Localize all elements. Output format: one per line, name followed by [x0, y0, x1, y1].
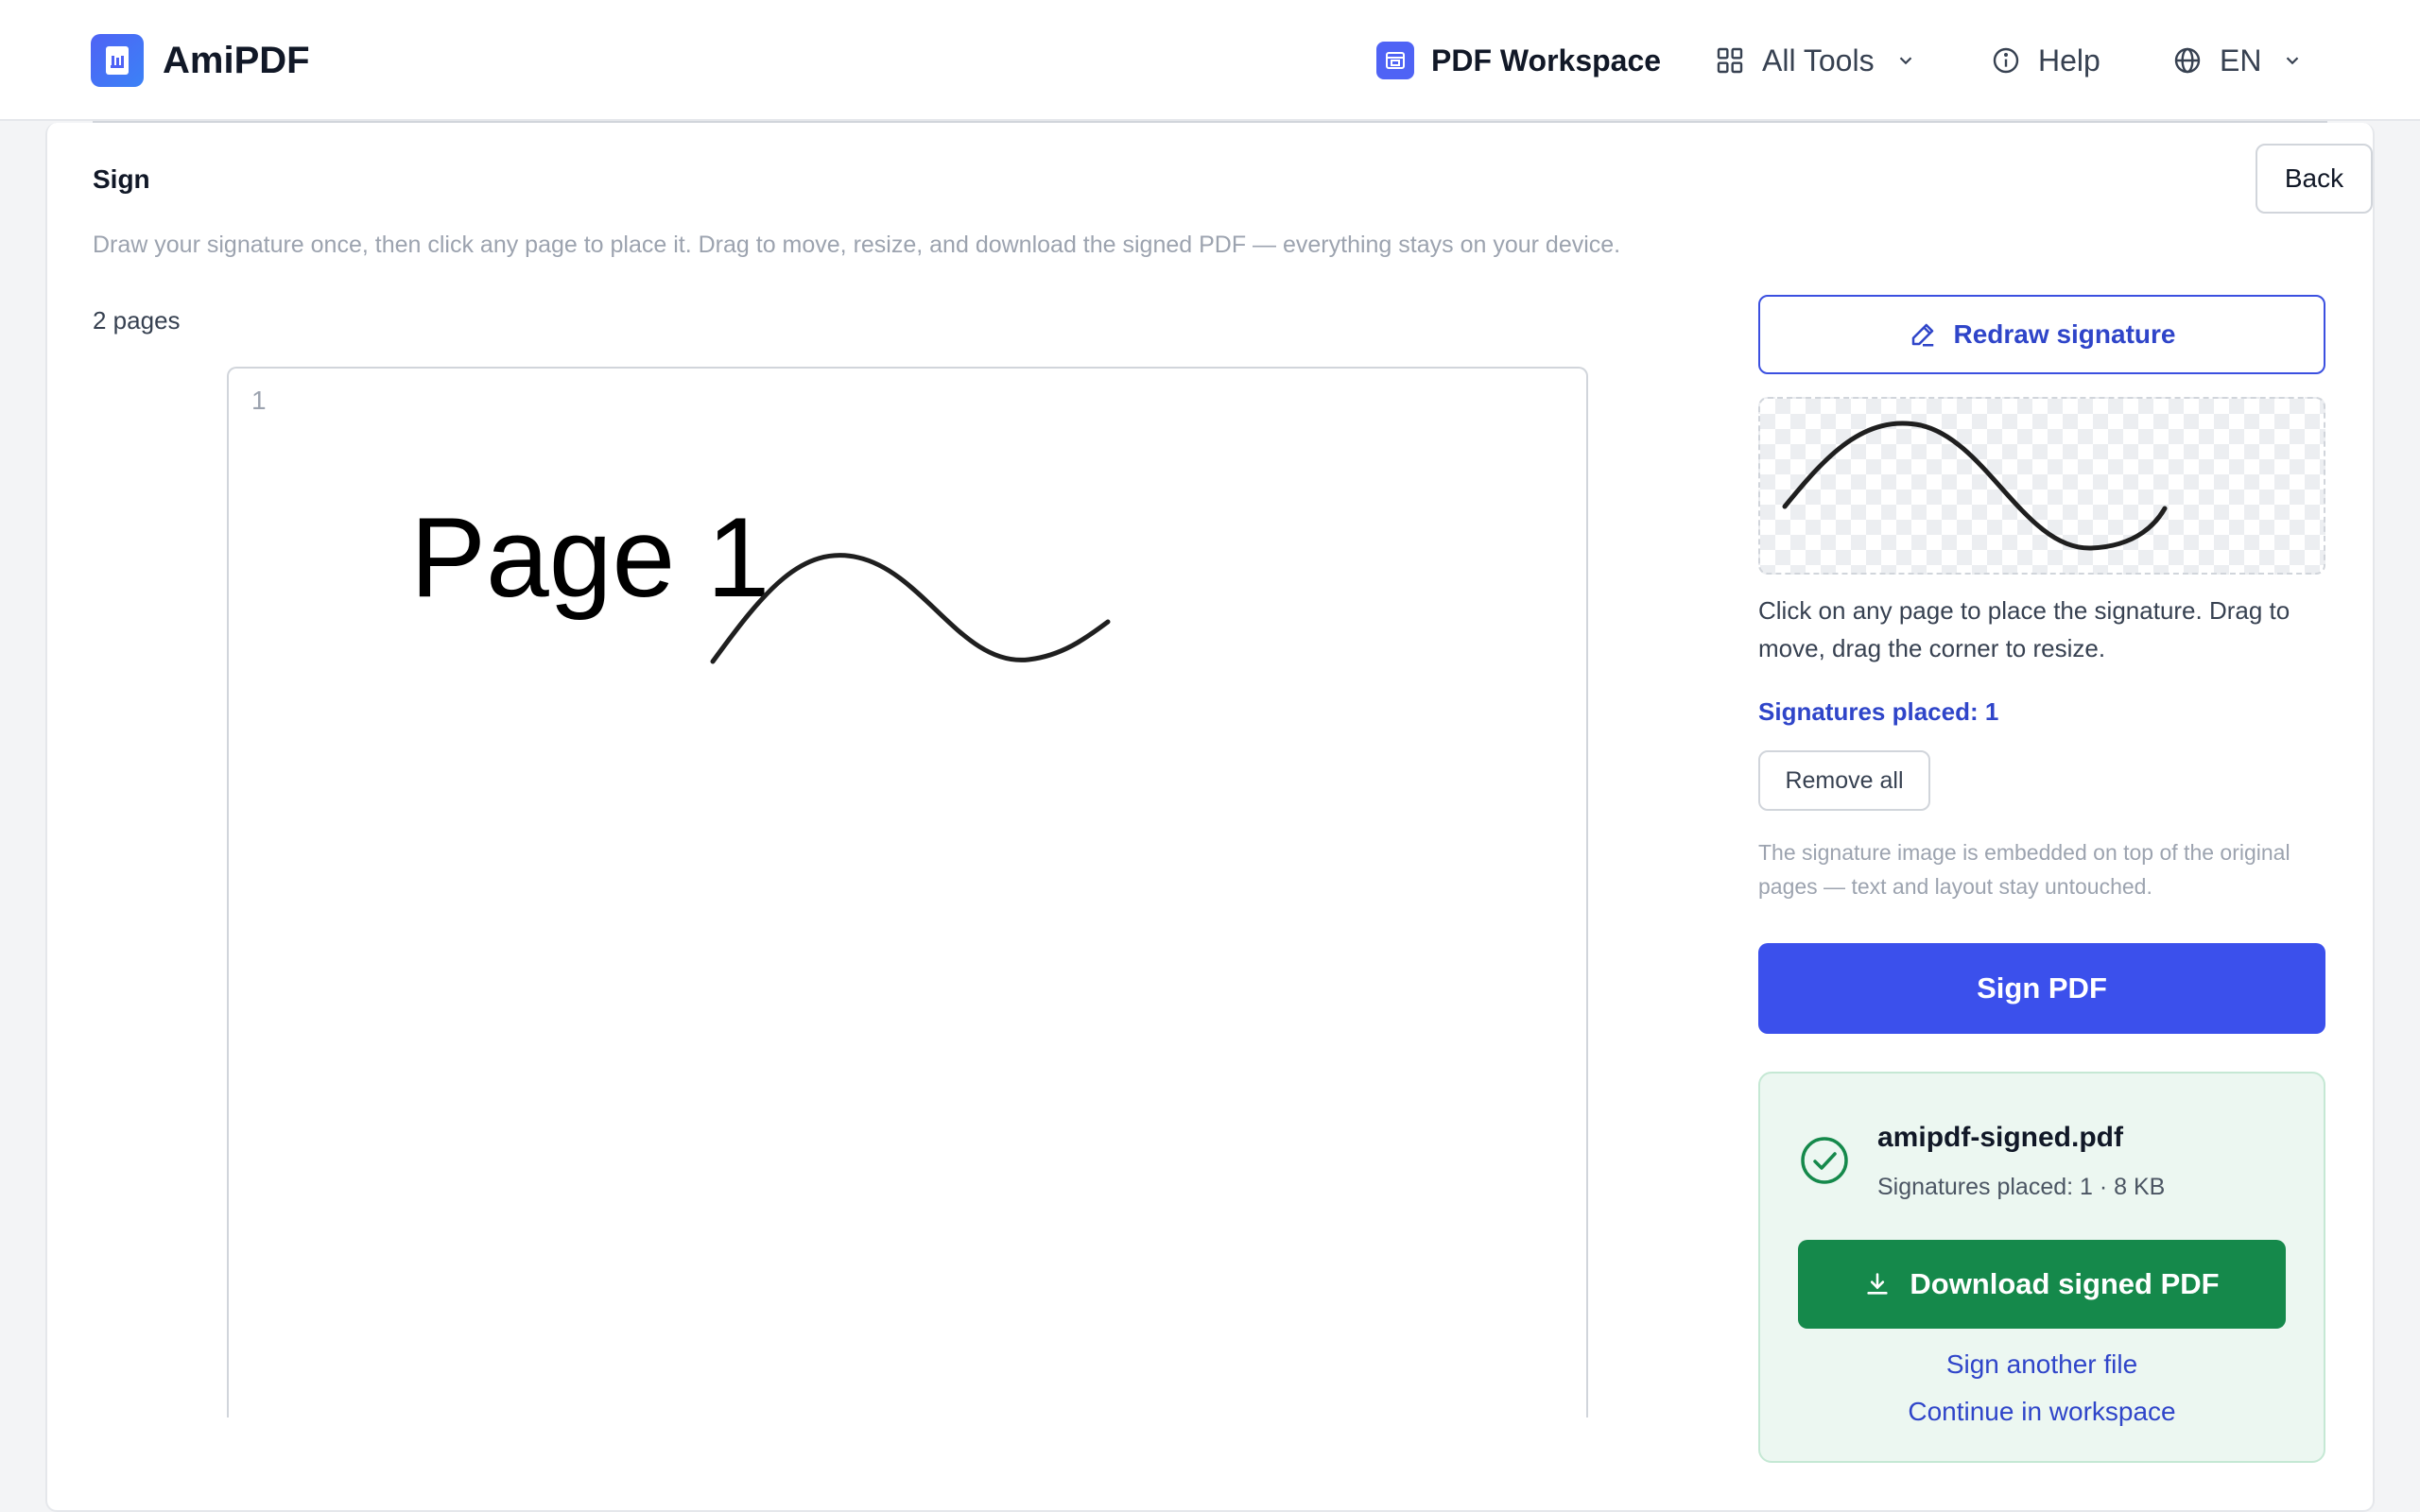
top-header: AmiPDF PDF Workspace All Tools Help EN: [0, 0, 2420, 121]
language-selector[interactable]: EN: [2172, 34, 2303, 87]
nav-help-label: Help: [2038, 43, 2100, 77]
page-number: 1: [251, 386, 267, 415]
output-meta: Signatures placed: 1 · 8 KB: [1877, 1174, 2166, 1200]
embedding-note: The signature image is embedded on top o…: [1758, 840, 2290, 899]
tool-title: Sign: [93, 164, 150, 194]
divider: [93, 121, 2327, 123]
nav-help[interactable]: Help: [1991, 34, 2100, 87]
output-filename: amipdf-signed.pdf: [1877, 1122, 2123, 1153]
continue-in-workspace-link[interactable]: Continue in workspace: [1760, 1395, 2324, 1429]
nav-all-tools-label: All Tools: [1762, 43, 1875, 77]
sign-another-file-link[interactable]: Sign another file: [1760, 1348, 2324, 1382]
brand-logo-icon[interactable]: [91, 34, 144, 87]
redraw-signature-label: Redraw signature: [1953, 319, 2176, 349]
result-panel: amipdf-signed.pdf Signatures placed: 1 ·…: [1758, 1072, 2325, 1463]
brand-name[interactable]: AmiPDF: [163, 38, 310, 83]
remove-all-button[interactable]: Remove all: [1758, 750, 1930, 811]
pages-count: 2 pages: [93, 306, 181, 335]
pdf-page-preview[interactable]: 1 Page 1: [227, 367, 1588, 1418]
placement-hint: Click on any page to place the signature…: [1758, 596, 2290, 662]
nav-pdf-workspace-label: PDF Workspace: [1431, 43, 1662, 77]
chevron-down-icon: [2282, 50, 2303, 71]
signature-preview: [1758, 397, 2325, 575]
placed-signature[interactable]: [707, 525, 1114, 673]
language-label: EN: [2220, 43, 2262, 77]
download-icon: [1864, 1271, 1891, 1297]
grid-icon: [1715, 45, 1745, 76]
sign-pdf-button[interactable]: Sign PDF: [1758, 943, 2325, 1034]
back-button[interactable]: Back: [2256, 144, 2373, 214]
info-icon: [1991, 45, 2021, 76]
redraw-signature-button[interactable]: Redraw signature: [1758, 295, 2325, 374]
signatures-placed-count: Signatures placed: 1: [1758, 697, 1999, 726]
chevron-down-icon: [1895, 50, 1916, 71]
signature-drawing: [1782, 421, 2168, 551]
check-circle-icon: [1801, 1137, 1848, 1184]
tool-description: Draw your signature once, then click any…: [93, 232, 1621, 258]
nav-pdf-workspace[interactable]: PDF Workspace: [1376, 34, 1661, 87]
workspace-icon: [1376, 42, 1414, 79]
pen-icon: [1909, 320, 1937, 349]
globe-icon: [2172, 45, 2203, 76]
nav-all-tools[interactable]: All Tools: [1715, 34, 1916, 87]
download-label: Download signed PDF: [1910, 1267, 2220, 1300]
download-signed-pdf-button[interactable]: Download signed PDF: [1798, 1240, 2286, 1329]
